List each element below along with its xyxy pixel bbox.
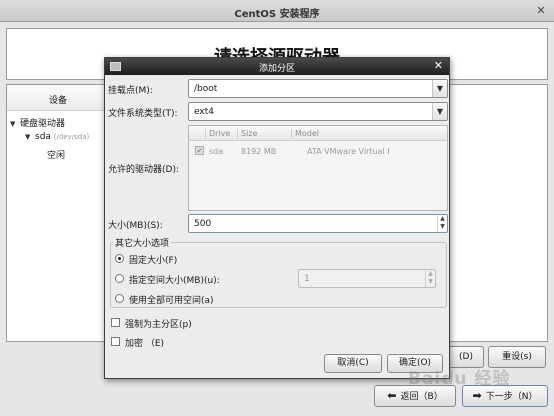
size-value: 500 (194, 219, 212, 229)
size-spinbox[interactable]: 500 ▲ ▼ (188, 214, 448, 233)
column-header-drive[interactable]: Drive (205, 129, 230, 138)
other-size-options-title: 其它大小选项 (113, 236, 172, 249)
column-header-model[interactable]: Model (291, 129, 319, 138)
max-size-spinbox[interactable]: 1 ▲ ▼ (298, 269, 436, 288)
drives-label: 允许的驱动器(D): (108, 165, 179, 175)
spin-arrows-icon[interactable]: ▲ ▼ (437, 215, 447, 232)
next-button-label: 下一步（N） (485, 392, 538, 402)
fs-type-value: ext4 (194, 107, 214, 117)
cancel-button[interactable]: 取消(C) (324, 354, 382, 373)
encrypt-label[interactable]: 加密 （E) (125, 336, 164, 349)
mount-point-combo[interactable]: /boot ▼ (188, 79, 448, 98)
radio-fixed-size[interactable] (115, 254, 124, 263)
tree-item-device-path: (/dev/sda) (53, 133, 90, 141)
device-column-header[interactable]: 设备 (7, 85, 107, 111)
back-arrow-icon: ⬅ (387, 389, 397, 402)
spin-arrows-icon[interactable]: ▲ ▼ (425, 270, 435, 287)
drive-table[interactable]: Drive Size Model ✔ sda 8192 MB ATA VMwar… (188, 125, 448, 211)
window-close-icon[interactable]: ✕ (534, 4, 548, 18)
device-column-label: 设备 (49, 96, 68, 106)
expand-arrow-icon[interactable]: ▼ (25, 133, 35, 141)
encrypt-checkbox[interactable] (111, 337, 120, 346)
tree-item-label: 空闲 (47, 151, 66, 161)
drive-name: sda (209, 147, 224, 156)
baidu-watermark: Baidu 经验 (408, 369, 511, 389)
tree-item-sda[interactable]: ▼ sda (/dev/sda) (25, 132, 89, 142)
back-button-label: 返回（B） (400, 392, 443, 402)
dialog-title: 添加分区 (258, 64, 295, 74)
drive-checkbox[interactable]: ✔ (195, 146, 204, 155)
tree-item-label: sda (35, 132, 51, 142)
window-title: CentOS 安装程序 (234, 9, 320, 20)
dialog-close-icon[interactable]: ✕ (434, 59, 443, 72)
mount-point-label: 挂载点(M): (108, 86, 153, 96)
next-arrow-icon: ➡ (472, 389, 482, 402)
fs-type-label: 文件系统类型(T): (108, 109, 178, 119)
column-header-size[interactable]: Size (237, 129, 257, 138)
chevron-down-icon[interactable]: ▼ (432, 80, 447, 97)
force-primary-label[interactable]: 强制为主分区(p) (125, 317, 192, 330)
radio-fill-to-size-label[interactable]: 指定空间大小(MB)(u): (129, 273, 220, 286)
expand-arrow-icon[interactable]: ▼ (10, 120, 20, 128)
size-label: 大小(MB)(S): (108, 221, 163, 231)
add-partition-dialog: 添加分区 ✕ 挂载点(M): /boot ▼ 文件系统类型(T): ext4 ▼… (104, 57, 450, 379)
max-size-value: 1 (304, 274, 310, 284)
window-titlebar: CentOS 安装程序 ✕ (0, 0, 554, 22)
radio-fill-all-label[interactable]: 使用全部可用空间(a) (129, 293, 214, 306)
radio-fill-to-size[interactable] (115, 274, 124, 283)
tree-item-free[interactable]: 空闲 (47, 148, 65, 161)
dialog-titlebar: 添加分区 ✕ (105, 58, 449, 75)
force-primary-checkbox[interactable] (111, 318, 120, 327)
drive-table-header: Drive Size Model (189, 126, 447, 141)
fs-type-combo[interactable]: ext4 ▼ (188, 102, 448, 121)
tree-item-hard-drives[interactable]: ▼ 硬盘驱动器 (10, 116, 65, 129)
radio-fill-all[interactable] (115, 294, 124, 303)
chevron-down-icon[interactable]: ▼ (432, 103, 447, 120)
radio-fixed-size-label[interactable]: 固定大小(F) (129, 253, 177, 266)
tree-item-label: 硬盘驱动器 (20, 119, 66, 129)
drive-size: 8192 MB (241, 147, 277, 156)
drive-model: ATA VMware Virtual I (307, 147, 390, 156)
mount-point-value: /boot (194, 84, 218, 94)
